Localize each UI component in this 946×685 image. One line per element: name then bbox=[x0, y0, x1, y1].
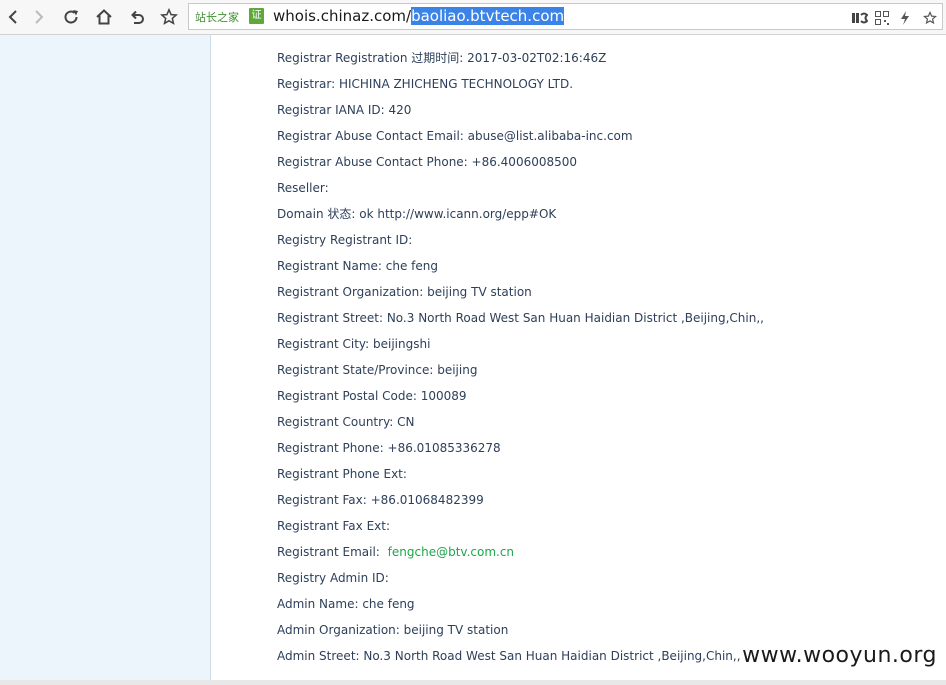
home-icon bbox=[96, 9, 112, 25]
whois-row-registrar: Registrar: HICHINA ZHICHENG TECHNOLOGY L… bbox=[277, 77, 574, 91]
site-label: 站长之家 bbox=[195, 11, 239, 24]
forward-button[interactable] bbox=[26, 4, 52, 30]
whois-row-registrant-org: Registrant Organization: beijing TV stat… bbox=[277, 285, 532, 299]
whois-row-abuse-phone: Registrar Abuse Contact Phone: +86.40060… bbox=[277, 155, 578, 169]
qr-code-icon[interactable] bbox=[875, 10, 889, 26]
whois-row-registrant-name: Registrant Name: che feng bbox=[277, 259, 438, 273]
bookmark-button[interactable] bbox=[156, 4, 182, 30]
whois-row-iana-id: Registrar IANA ID: 420 bbox=[277, 103, 412, 117]
whois-row-registrant-email: Registrant Email: fengche@btv.com.cn bbox=[277, 542, 937, 568]
registrant-email-label: Registrant Email: bbox=[277, 545, 380, 559]
undo-icon bbox=[131, 10, 144, 24]
back-arrow-icon bbox=[8, 10, 17, 24]
whois-details: Registrar Registration 过期时间: 2017-03-02T… bbox=[277, 48, 937, 672]
whois-row-registrant-fax: Registrant Fax: +86.01068482399 bbox=[277, 493, 484, 507]
lightning-icon[interactable] bbox=[900, 10, 910, 26]
whois-row-registrant-phone-ext: Registrant Phone Ext: bbox=[277, 467, 407, 481]
favorite-star-icon[interactable] bbox=[923, 10, 937, 26]
url-selected-text: baoliao.btvtech.com bbox=[411, 7, 565, 25]
url-host: whois.chinaz.com/ bbox=[273, 7, 412, 25]
whois-row-reseller: Reseller: bbox=[277, 181, 329, 195]
whois-row-registrant-city: Registrant City: beijingshi bbox=[277, 337, 431, 351]
verified-badge-icon: 证 bbox=[249, 8, 264, 24]
reload-icon bbox=[64, 10, 78, 24]
compat-mode-icon[interactable] bbox=[852, 10, 868, 26]
url-text[interactable]: whois.chinaz.com/baoliao.btvtech.com bbox=[273, 7, 565, 25]
whois-row-registrant-street: Registrant Street: No.3 North Road West … bbox=[277, 311, 764, 325]
reload-button[interactable] bbox=[58, 4, 84, 30]
back-button[interactable] bbox=[0, 4, 26, 30]
left-sidebar bbox=[0, 35, 211, 685]
undo-button[interactable] bbox=[124, 4, 150, 30]
whois-row-registrant-phone: Registrant Phone: +86.01085336278 bbox=[277, 441, 501, 455]
star-icon bbox=[160, 8, 178, 25]
address-bar[interactable]: 站长之家 证 whois.chinaz.com/baoliao.btvtech.… bbox=[188, 3, 943, 30]
whois-row-domain-status: Domain 状态: ok http://www.icann.org/epp#O… bbox=[277, 207, 557, 221]
home-button[interactable] bbox=[91, 4, 117, 30]
whois-row-registrant-country: Registrant Country: CN bbox=[277, 415, 415, 429]
forward-arrow-icon bbox=[35, 10, 44, 24]
whois-row-registrant-id: Registry Registrant ID: bbox=[277, 233, 413, 247]
registrant-email-link[interactable]: fengche@btv.com.cn bbox=[388, 545, 514, 559]
whois-row-registrant-state: Registrant State/Province: beijing bbox=[277, 363, 478, 377]
whois-row-registrant-postal: Registrant Postal Code: 100089 bbox=[277, 389, 467, 403]
whois-row-admin-id: Registry Admin ID: bbox=[277, 571, 389, 585]
whois-row-admin-name: Admin Name: che feng bbox=[277, 597, 415, 611]
whois-row-registrant-fax-ext: Registrant Fax Ext: bbox=[277, 519, 391, 533]
whois-row-registrar-expiry: Registrar Registration 过期时间: 2017-03-02T… bbox=[277, 51, 607, 65]
horizontal-scrollbar[interactable] bbox=[0, 680, 946, 685]
browser-toolbar: 站长之家 证 whois.chinaz.com/baoliao.btvtech.… bbox=[0, 0, 946, 35]
watermark: www.wooyun.org bbox=[742, 643, 937, 668]
whois-row-abuse-email: Registrar Abuse Contact Email: abuse@lis… bbox=[277, 129, 633, 143]
